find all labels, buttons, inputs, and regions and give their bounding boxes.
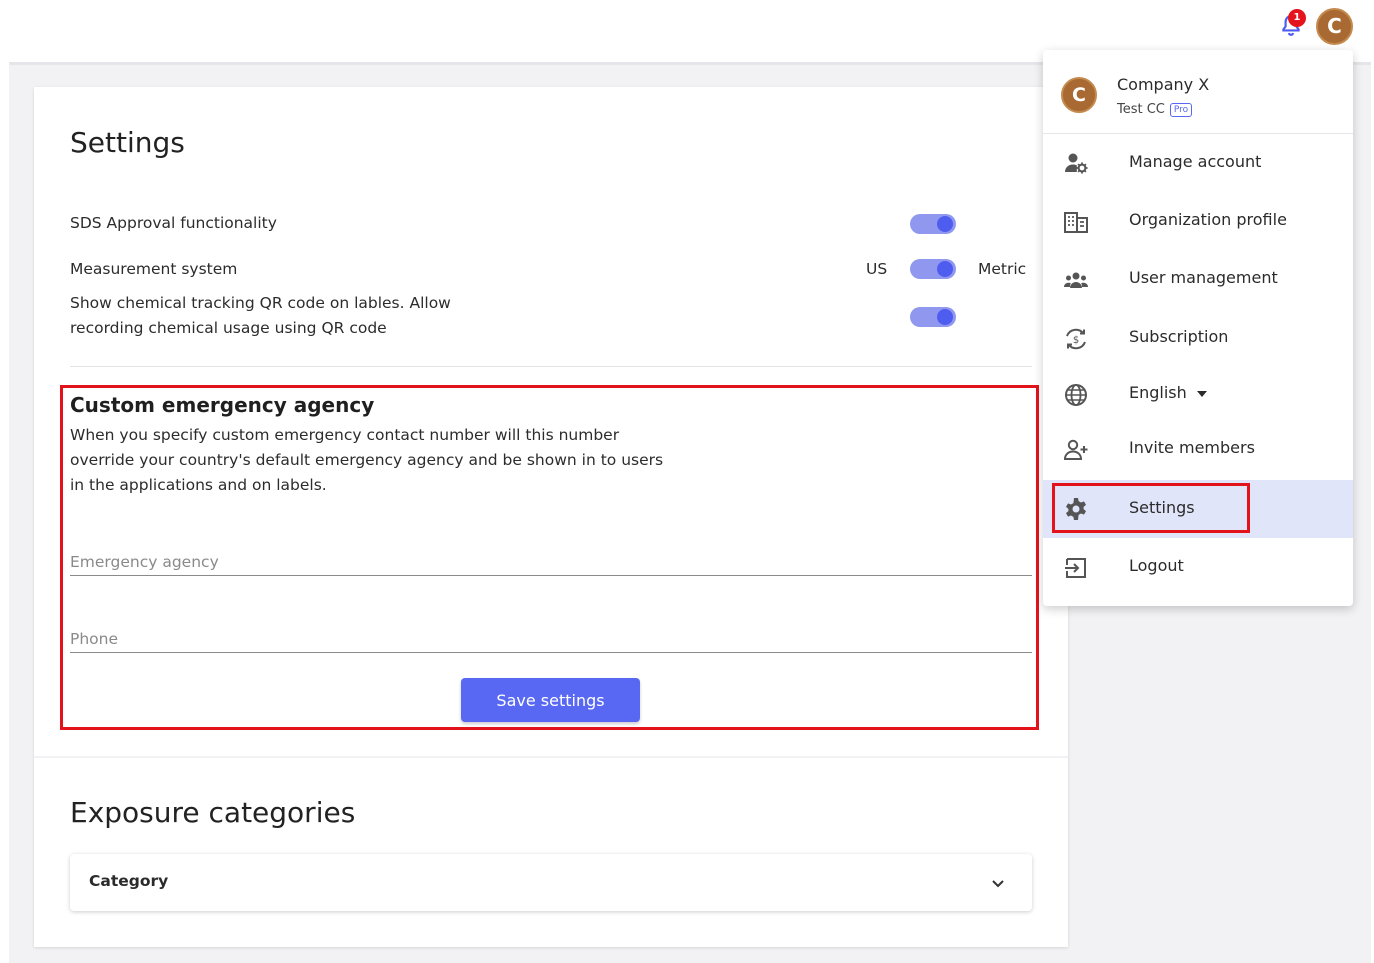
menu-item-label: Subscription [1129,327,1229,346]
sds-approval-label: SDS Approval functionality [70,214,277,232]
unit-metric-label: Metric [978,260,1027,278]
phone-field [70,613,1032,653]
company-subtitle: Test CC Pro [1117,102,1193,117]
menu-item-label: Organization profile [1129,210,1287,229]
save-settings-button[interactable]: Save settings [461,678,640,722]
menu-item-label: Logout [1129,556,1184,575]
subtitle-text: Test CC [1117,102,1165,117]
menu-item-manage-account[interactable]: Manage account [1043,135,1353,191]
emergency-agency-input[interactable] [70,536,1032,575]
unit-us-label: US [866,260,888,278]
emergency-section-description: When you specify custom emergency contac… [70,426,664,494]
menu-item-invite-members[interactable]: Invite members [1043,421,1353,477]
toggle-knob [937,261,953,277]
logout-icon [1065,558,1086,578]
emergency-agency-field [70,536,1032,576]
sds-approval-toggle[interactable] [910,214,956,234]
menu-item-label: Invite members [1129,438,1255,457]
exposure-categories-title: Exposure categories [70,796,356,829]
menu-item-label: Manage account [1129,152,1262,171]
menu-item-language[interactable]: English [1043,366,1353,422]
menu-item-label: User management [1129,268,1278,287]
subscription-icon: $ [1066,328,1086,350]
globe-icon [1065,384,1087,406]
notification-badge: 1 [1288,9,1306,27]
phone-input[interactable] [70,613,1032,652]
company-avatar: C [1061,77,1097,113]
toggle-knob [937,216,953,232]
avatar[interactable]: C [1316,8,1353,45]
users-icon [1064,272,1088,288]
qr-code-toggle[interactable] [910,307,956,327]
measurement-system-toggle[interactable] [910,259,956,279]
qr-code-label: Show chemical tracking QR code on lables… [70,294,451,337]
chevron-down-icon [992,880,1004,888]
card-separator [34,756,1068,758]
emergency-section-title: Custom emergency agency [70,393,375,417]
menu-item-organization-profile[interactable]: Organization profile [1043,193,1353,249]
svg-text:$: $ [1073,335,1079,346]
menu-item-logout[interactable]: Logout [1043,539,1353,595]
category-select[interactable]: Category [70,854,1032,911]
toggle-knob [937,309,953,325]
menu-item-user-management[interactable]: User management [1043,251,1353,307]
measurement-system-label: Measurement system [70,260,238,278]
company-name: Company X [1117,75,1210,94]
settings-item-highlight [1052,483,1250,533]
menu-item-subscription[interactable]: $ Subscription [1043,310,1353,366]
account-menu-header: C Company X Test CC Pro [1043,50,1353,134]
menu-item-label: English [1129,383,1207,402]
building-icon [1064,212,1088,233]
page-title: Settings [70,126,185,159]
pro-badge: Pro [1169,102,1193,117]
category-select-label: Category [89,872,169,890]
caret-down-icon [1196,390,1207,397]
manage-account-icon [1065,153,1088,174]
language-label: English [1129,383,1187,402]
add-user-icon [1063,439,1088,460]
section-divider [70,366,1032,367]
